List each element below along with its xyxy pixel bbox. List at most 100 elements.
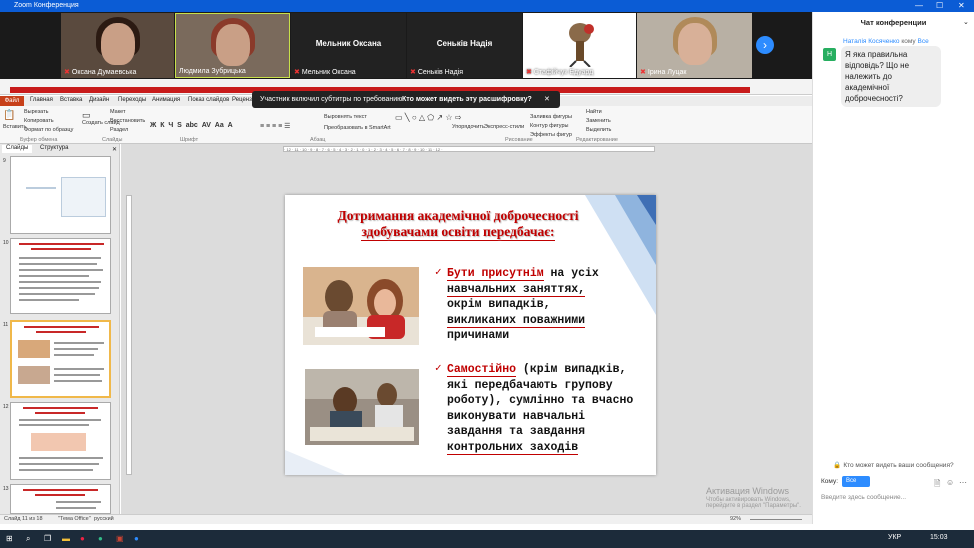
powerpoint-icon[interactable]: ▣	[116, 534, 124, 543]
slide-thumbnail[interactable]	[10, 402, 111, 480]
language-indicator[interactable]: УКР	[888, 534, 901, 541]
window-title: Zoom Конференция	[14, 2, 79, 9]
recipient-label: Кому:	[821, 478, 838, 485]
replace-button[interactable]: Заменить	[586, 118, 611, 124]
participant-name: Ірина Луцак	[647, 69, 687, 76]
slides-group-label: Слайды	[102, 137, 123, 143]
tab-outline[interactable]: Структура	[36, 145, 72, 153]
close-icon[interactable]: ✕	[544, 91, 550, 108]
font-format-buttons[interactable]: Ж К Ч S abc AV Aa A	[150, 122, 233, 129]
participant-name: Сеньків Надія	[417, 69, 463, 76]
language-indicator[interactable]: русский	[94, 516, 114, 522]
layout-button[interactable]: Макет	[110, 109, 126, 115]
task-view-icon[interactable]: ❐	[44, 534, 51, 543]
slide-thumbnail-selected[interactable]	[10, 320, 111, 398]
participant-name: Оксана Думаевська	[71, 69, 137, 76]
participant-tile[interactable]: ✖ Ірина Луцак	[637, 13, 752, 78]
participant-tile[interactable]: Сеньків Надія ✖ Сеньків Надія	[407, 13, 522, 78]
slide-counter: Слайд 11 из 18	[4, 516, 43, 522]
find-button[interactable]: Найти	[586, 109, 602, 115]
thumbnail-number: 11	[3, 322, 9, 328]
tab-slides[interactable]: Слайды	[2, 145, 33, 153]
who-can-see-link[interactable]: 🔒 Кто может видеть ваши сообщения?	[813, 461, 974, 469]
thumbnail-number: 12	[3, 404, 9, 410]
avatar: Н	[823, 48, 836, 61]
zoom-icon[interactable]: ●	[134, 534, 139, 543]
ribbon-home: 📋 Вставить Вырезать Копировать Формат по…	[0, 106, 812, 144]
select-button[interactable]: Выделить	[586, 127, 611, 133]
tab-insert[interactable]: Вставка	[60, 97, 82, 103]
paragraph-align-buttons[interactable]: ≡ ≡ ≡ ≡ ☰	[260, 122, 290, 130]
muted-mic-icon: ✖	[294, 69, 300, 76]
quick-styles-button[interactable]: Экспресс-стили	[484, 124, 524, 130]
caption-visibility-link[interactable]: Кто может видеть эту расшифровку?	[402, 91, 532, 108]
window-titlebar: Zoom Конференция — ☐ ✕	[0, 0, 974, 12]
arrange-button[interactable]: Упорядочить	[452, 124, 485, 130]
caption-banner: Участник включил субтитры по требованию …	[252, 91, 560, 108]
thumbnail-number: 13	[3, 486, 9, 492]
slide-thumbnail[interactable]	[10, 238, 111, 314]
tab-transitions[interactable]: Переходы	[118, 97, 146, 103]
tab-design[interactable]: Дизайн	[89, 97, 109, 103]
participant-name: Людмила Зубрицька	[179, 68, 246, 75]
tab-slideshow[interactable]: Показ слайдов	[188, 97, 229, 103]
slide-title: Дотримання академічної доброчесності здо…	[337, 208, 579, 241]
clock: 15:03	[930, 534, 948, 541]
vertical-ruler	[126, 195, 132, 475]
next-page-icon[interactable]: ›	[756, 36, 774, 54]
windows-start-icon[interactable]: ⊞	[6, 534, 13, 543]
file-icon[interactable]: 🗎	[934, 478, 940, 492]
tab-file[interactable]: Файл	[0, 96, 24, 106]
chrome-icon[interactable]: ●	[80, 534, 85, 543]
current-slide[interactable]: Дотримання академічної доброчесності здо…	[285, 195, 656, 475]
thumbnail-number: 9	[3, 158, 6, 164]
tab-animation[interactable]: Анимация	[152, 97, 180, 103]
shape-outline-button[interactable]: Контур фигуры	[530, 123, 568, 129]
clipboard-group-label: Буфер обмена	[20, 137, 58, 143]
app-icon[interactable]: ●	[98, 534, 103, 543]
section-button[interactable]: Раздел	[110, 127, 128, 133]
muted-mic-icon: ✖	[640, 69, 646, 76]
zoom-level[interactable]: 92%	[730, 516, 741, 522]
search-icon[interactable]: ⌕	[26, 534, 30, 544]
zoom-slider[interactable]	[750, 519, 802, 520]
cut-button[interactable]: Вырезать	[24, 109, 48, 115]
slide-thumbnail[interactable]	[10, 484, 111, 514]
close-button[interactable]: ✕	[958, 0, 965, 12]
paste-icon: 📋	[3, 110, 16, 121]
minimize-button[interactable]: —	[915, 0, 923, 12]
format-painter-button[interactable]: Формат по образцу	[24, 127, 73, 133]
participant-tile[interactable]: ✖ Стафійчук Едуард	[523, 13, 636, 78]
recipient-dropdown[interactable]: Все	[842, 476, 870, 487]
students-photo-1	[303, 267, 419, 345]
windows-taskbar: ⊞ ⌕ ❐ ▬ ● ● ▣ ● УКР 15:03	[0, 530, 974, 548]
participant-tile[interactable]: Людмила Зубрицька	[175, 13, 290, 78]
muted-mic-icon: ✖	[526, 69, 532, 76]
emoji-icon[interactable]: ☺	[946, 478, 954, 487]
chevron-down-icon[interactable]: ⌄	[963, 18, 969, 26]
slide-thumbnail[interactable]	[10, 156, 111, 234]
align-text-button[interactable]: Выровнять текст	[324, 114, 367, 120]
chat-input[interactable]: Введите здесь сообщение...	[821, 494, 906, 501]
info-icon: 🔒	[833, 462, 842, 469]
participant-strip: ✖ Оксана Думаевська Людмила Зубрицька Мел…	[0, 12, 812, 79]
participant-tile[interactable]: Мельник Оксана ✖ Мельник Оксана	[291, 13, 406, 78]
close-icon[interactable]: ✕	[112, 146, 117, 153]
shape-fill-button[interactable]: Заливка фигуры	[530, 114, 572, 120]
paragraph-group-label: Абзац	[310, 137, 326, 143]
more-icon[interactable]: ⋯	[959, 478, 967, 487]
copy-button[interactable]: Копировать	[24, 118, 54, 124]
maximize-button[interactable]: ☐	[936, 0, 943, 12]
tab-home[interactable]: Главная	[30, 97, 53, 103]
participant-center-name: Мельник Оксана	[315, 39, 382, 48]
explorer-icon[interactable]: ▬	[62, 534, 70, 543]
reset-button[interactable]: Восстановить	[110, 118, 145, 124]
checkmark-icon: ✓	[435, 267, 442, 279]
participant-tile[interactable]: ✖ Оксана Думаевська	[61, 13, 174, 78]
font-group-label: Шрифт	[180, 137, 199, 143]
shapes-gallery[interactable]: ▭ ╲ ○ △ ⬠ ↗ ☆ ⇨	[395, 113, 461, 122]
shape-effects-button[interactable]: Эффекты фигур	[530, 132, 572, 138]
smartart-button[interactable]: Преобразовать в SmartArt	[324, 125, 391, 131]
paste-button[interactable]: Вставить	[3, 124, 26, 130]
participant-name: Мельник Оксана	[301, 69, 356, 76]
